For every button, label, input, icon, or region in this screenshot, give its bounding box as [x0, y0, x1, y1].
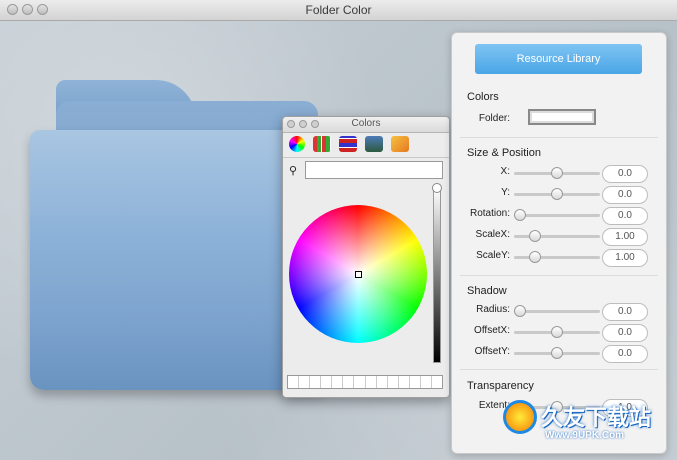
slider-knob[interactable] — [514, 305, 526, 317]
slider-knob[interactable] — [551, 188, 563, 200]
image-palettes-icon[interactable] — [365, 136, 383, 152]
slider-knob[interactable] — [551, 347, 563, 359]
watermark-emblem-icon — [503, 400, 537, 434]
slider-knob[interactable] — [529, 230, 541, 242]
color-palettes-icon[interactable] — [339, 136, 357, 152]
slider-track[interactable] — [514, 230, 600, 242]
color-wheel[interactable] — [289, 205, 427, 343]
swatch[interactable] — [410, 376, 421, 388]
colors-search-row: ⚲ — [289, 161, 445, 181]
swatch[interactable] — [354, 376, 366, 388]
slider-track[interactable] — [514, 305, 600, 317]
value-field[interactable]: 0.0 — [602, 207, 648, 225]
value-field[interactable]: 1.00 — [602, 228, 648, 246]
slider-knob[interactable] — [514, 209, 526, 221]
size-position-section-title: Size & Position — [467, 147, 541, 159]
value-field[interactable]: 0.0 — [602, 345, 648, 363]
colors-search-input[interactable] — [305, 161, 443, 179]
swatch[interactable] — [299, 376, 311, 388]
watermark-url: Www.9UPK.Com — [545, 430, 625, 441]
field-label: OffsetX: — [474, 325, 510, 336]
slider-track[interactable] — [514, 251, 600, 263]
swatch[interactable] — [332, 376, 344, 388]
magnifier-icon[interactable]: ⚲ — [289, 164, 297, 177]
field-label: X: — [500, 166, 510, 177]
slider-track[interactable] — [514, 347, 600, 359]
colors-section-title: Colors — [467, 91, 499, 103]
slider-knob[interactable] — [551, 167, 563, 179]
field-label: Radius: — [476, 304, 510, 315]
shadow-section-title: Shadow — [467, 285, 507, 297]
resource-library-button[interactable]: Resource Library — [475, 44, 642, 74]
field-label: OffsetY: — [474, 346, 510, 357]
folder-color-well[interactable] — [528, 109, 596, 125]
colors-panel-titlebar: Colors — [283, 117, 449, 133]
color-sliders-icon[interactable] — [313, 136, 331, 152]
slider-track[interactable] — [514, 209, 600, 221]
watermark-logo: 久友下载站 Www.9UPK.Com — [497, 396, 677, 456]
value-field[interactable]: 0.0 — [602, 186, 648, 204]
separator — [460, 137, 658, 138]
slider-knob[interactable] — [551, 326, 563, 338]
brightness-slider-knob[interactable] — [432, 183, 442, 193]
field-label: Rotation: — [469, 208, 510, 219]
color-swatches[interactable] — [287, 375, 443, 389]
window-title: Folder Color — [305, 3, 372, 17]
swatch[interactable] — [321, 376, 333, 388]
slider-track[interactable] — [514, 326, 600, 338]
swatch[interactable] — [377, 376, 388, 388]
swatch[interactable] — [343, 376, 355, 388]
field-label: ScaleY: — [476, 250, 510, 261]
watermark-brand: 久友下载站 — [541, 405, 652, 430]
value-field[interactable]: 0.0 — [602, 303, 648, 321]
swatch[interactable] — [399, 376, 410, 388]
crayons-icon[interactable] — [391, 136, 409, 152]
color-wheel-cursor[interactable] — [355, 271, 362, 278]
window-titlebar: Folder Color — [0, 0, 677, 21]
swatch[interactable] — [366, 376, 377, 388]
field-label: ScaleX: — [475, 229, 510, 240]
value-field[interactable]: 0.0 — [602, 165, 648, 183]
value-field[interactable]: 1.00 — [602, 249, 648, 267]
transparency-section-title: Transparency — [467, 380, 534, 392]
swatch[interactable] — [310, 376, 322, 388]
colors-panel-title: Colors — [351, 118, 381, 129]
slider-track[interactable] — [514, 167, 600, 179]
slider-track[interactable] — [514, 188, 600, 200]
inspector-panel: Resource Library Colors Folder: Size & P… — [451, 32, 667, 454]
slider-knob[interactable] — [529, 251, 541, 263]
brightness-slider[interactable] — [433, 187, 441, 363]
separator — [460, 275, 658, 276]
swatch[interactable] — [432, 376, 442, 388]
separator — [460, 369, 658, 370]
swatch[interactable] — [421, 376, 433, 388]
colors-panel: Colors ⚲ — [282, 116, 450, 398]
field-label: Y: — [501, 187, 510, 198]
value-field[interactable]: 0.0 — [602, 324, 648, 342]
swatch[interactable] — [288, 376, 300, 388]
swatch[interactable] — [388, 376, 399, 388]
color-wheel-icon[interactable] — [289, 136, 305, 152]
colors-toolbar — [283, 133, 449, 158]
folder-color-label: Folder: — [478, 113, 510, 124]
